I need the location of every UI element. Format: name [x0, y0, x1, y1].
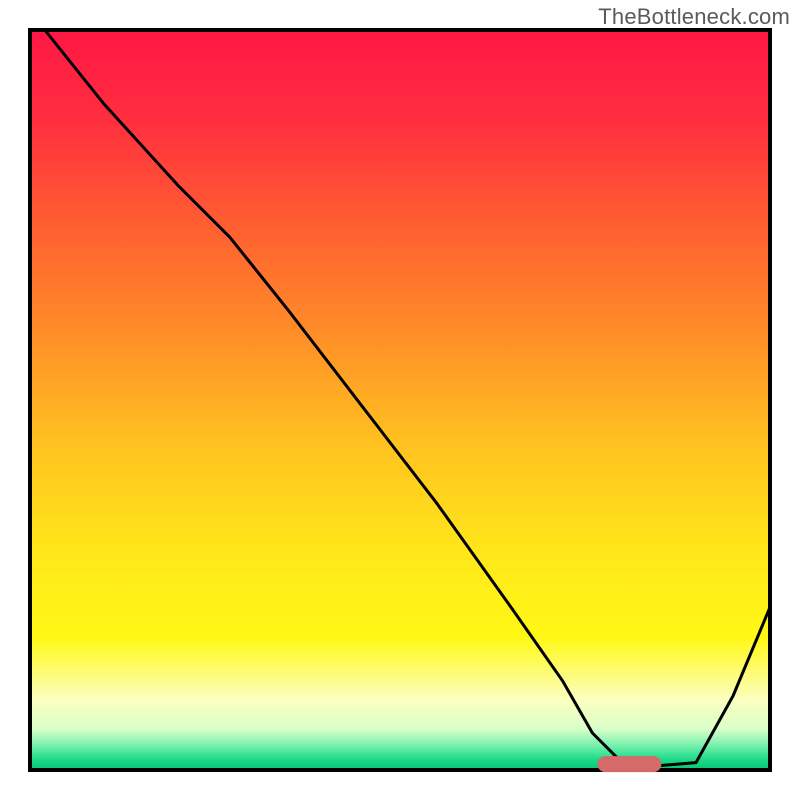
chart-container: { "watermark": "TheBottleneck.com", "plo… [0, 0, 800, 800]
plot-background [30, 30, 770, 770]
optimum-marker [597, 756, 661, 772]
bottleneck-chart [0, 0, 800, 800]
